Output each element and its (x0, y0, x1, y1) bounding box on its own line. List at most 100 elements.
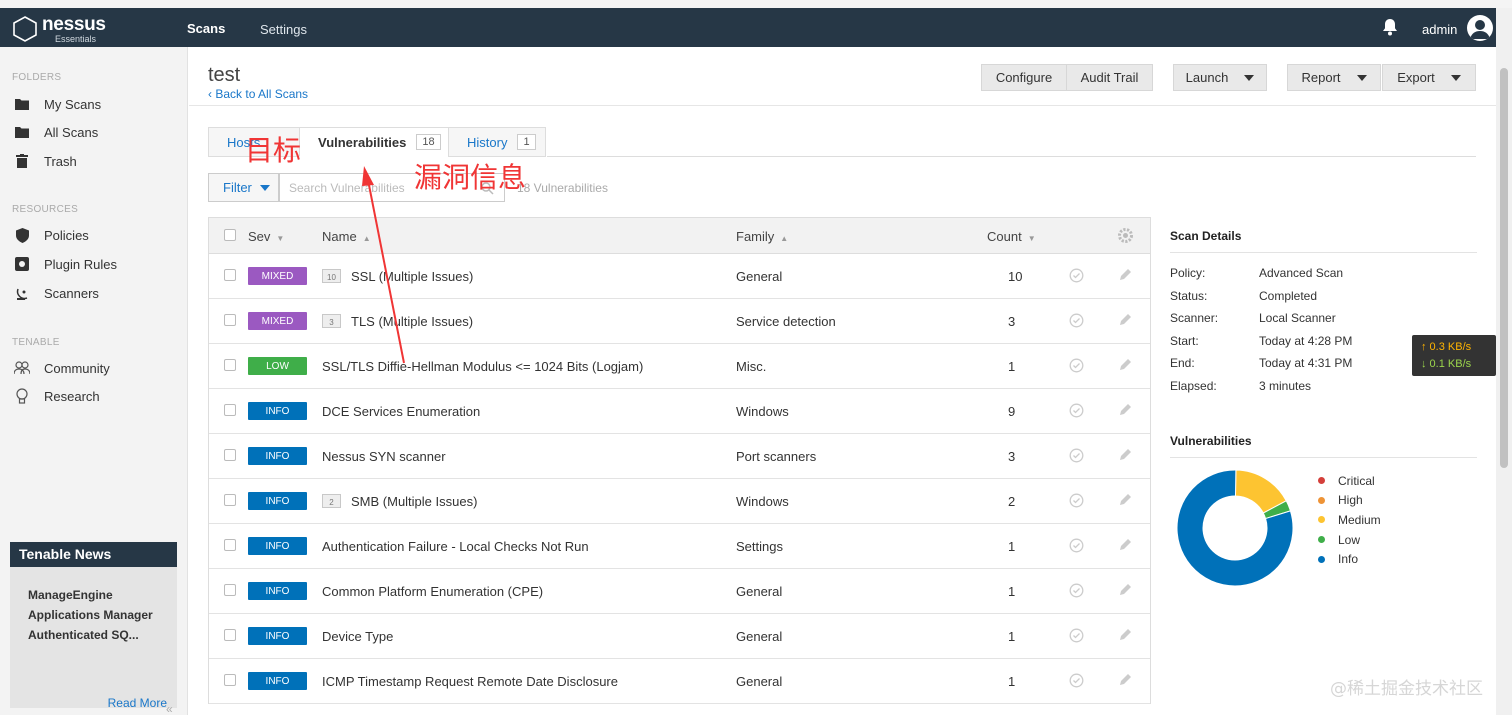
row-checkbox[interactable] (224, 674, 236, 686)
user-icon (1470, 20, 1490, 39)
tab-vulnerabilities[interactable]: Vulnerabilities 18 (299, 127, 449, 157)
pencil-icon[interactable] (1119, 358, 1132, 371)
nessus-logo[interactable]: nessus Essentials (12, 14, 112, 44)
sort-icon: ▼ (1027, 234, 1036, 243)
tab-history[interactable]: History 1 (448, 127, 546, 157)
pencil-icon[interactable] (1119, 403, 1132, 416)
check-circle-icon[interactable] (1069, 403, 1084, 418)
sidebar-item-research[interactable]: Research (14, 385, 100, 407)
check-circle-icon[interactable] (1069, 583, 1084, 598)
scrollbar[interactable] (1496, 8, 1512, 715)
configure-button[interactable]: Configure (981, 64, 1067, 91)
nav-scans[interactable]: Scans (187, 21, 225, 36)
pencil-icon[interactable] (1119, 583, 1132, 596)
check-circle-icon[interactable] (1069, 628, 1084, 643)
vuln-name[interactable]: DCE Services Enumeration (322, 404, 480, 419)
back-link[interactable]: ‹ Back to All Scans (208, 87, 308, 101)
tenable-label: TENABLE (12, 337, 60, 348)
col-count[interactable]: Count ▼ (987, 229, 1036, 244)
vuln-name[interactable]: Device Type (322, 629, 393, 644)
sidebar-item-plugin-rules[interactable]: Plugin Rules (14, 253, 117, 275)
scan-details-panel: Scan Details Policy: Advanced Scan Status:… (1170, 217, 1477, 587)
select-all-checkbox[interactable] (224, 229, 236, 241)
table-row[interactable]: MIXED 10 SSL (Multiple Issues) General 10 (209, 254, 1150, 299)
table-row[interactable]: LOW SSL/TLS Diffie-Hellman Modulus <= 102… (209, 344, 1150, 389)
col-name[interactable]: Name ▲ (322, 229, 371, 244)
vuln-name[interactable]: TLS (Multiple Issues) (351, 314, 473, 329)
nav-settings[interactable]: Settings (260, 22, 307, 37)
pencil-icon[interactable] (1119, 493, 1132, 506)
news-text[interactable]: ManageEngine Applications Manager Authen… (28, 585, 168, 645)
table-row[interactable]: INFO ICMP Timestamp Request Remote Date D… (209, 659, 1150, 704)
table-row[interactable]: INFO 2 SMB (Multiple Issues) Windows 2 (209, 479, 1150, 524)
report-button[interactable]: Report (1287, 64, 1381, 91)
table-row[interactable]: INFO Common Platform Enumeration (CPE) Gen… (209, 569, 1150, 614)
avatar[interactable] (1467, 15, 1493, 41)
table-row[interactable]: INFO DCE Services Enumeration Windows 9 (209, 389, 1150, 434)
chevron-down-icon (1244, 74, 1255, 81)
check-circle-icon[interactable] (1069, 358, 1084, 373)
vuln-name[interactable]: Authentication Failure - Local Checks No… (322, 539, 589, 554)
scrollbar-thumb[interactable] (1500, 68, 1508, 468)
vuln-name[interactable]: SMB (Multiple Issues) (351, 494, 477, 509)
sidebar-item-policies[interactable]: Policies (14, 224, 89, 246)
vuln-name[interactable]: SSL/TLS Diffie-Hellman Modulus <= 1024 B… (322, 359, 643, 374)
check-circle-icon[interactable] (1069, 673, 1084, 688)
col-sev[interactable]: Sev ▼ (248, 229, 284, 244)
check-circle-icon[interactable] (1069, 313, 1084, 328)
launch-button[interactable]: Launch (1173, 64, 1267, 91)
collapse-sidebar-icon[interactable]: « (166, 702, 173, 716)
header-divider (189, 105, 1496, 106)
check-circle-icon[interactable] (1069, 448, 1084, 463)
row-checkbox[interactable] (224, 404, 236, 416)
check-circle-icon[interactable] (1069, 268, 1084, 283)
col-family[interactable]: Family ▲ (736, 229, 788, 244)
check-circle-icon[interactable] (1069, 493, 1084, 508)
row-checkbox[interactable] (224, 494, 236, 506)
pencil-icon[interactable] (1119, 673, 1132, 686)
vuln-count: 2 (1008, 494, 1016, 509)
filter-button[interactable]: Filter (208, 173, 279, 202)
tab-count-badge: 1 (517, 134, 536, 150)
table-row[interactable]: MIXED 3 TLS (Multiple Issues) Service detec… (209, 299, 1150, 344)
table-row[interactable]: INFO Authentication Failure - Local Check… (209, 524, 1150, 569)
table-row[interactable]: INFO Device Type General 1 (209, 614, 1150, 659)
user-name[interactable]: admin (1422, 22, 1457, 37)
browser-strip (0, 0, 1512, 8)
vuln-name[interactable]: Nessus SYN scanner (322, 449, 446, 464)
bell-icon[interactable] (1382, 18, 1398, 36)
row-checkbox[interactable] (224, 314, 236, 326)
export-button[interactable]: Export (1382, 64, 1476, 91)
sidebar-item-all-scans[interactable]: All Scans (14, 121, 98, 143)
audit-trail-button[interactable]: Audit Trail (1066, 64, 1153, 91)
shield-icon (14, 227, 30, 243)
row-checkbox[interactable] (224, 629, 236, 641)
vuln-name[interactable]: ICMP Timestamp Request Remote Date Discl… (322, 674, 618, 689)
pencil-icon[interactable] (1119, 628, 1132, 641)
row-checkbox[interactable] (224, 584, 236, 596)
sidebar-item-my-scans[interactable]: My Scans (14, 93, 101, 115)
row-checkbox[interactable] (224, 449, 236, 461)
row-checkbox[interactable] (224, 269, 236, 281)
vulnerability-donut-chart (1176, 469, 1294, 587)
pencil-icon[interactable] (1119, 538, 1132, 551)
pencil-icon[interactable] (1119, 313, 1132, 326)
sidebar-item-community[interactable]: Community (14, 357, 110, 379)
read-more-link[interactable]: Read More (108, 696, 167, 710)
folder-icon (14, 124, 30, 140)
vuln-name[interactable]: Common Platform Enumeration (CPE) (322, 584, 543, 599)
sidebar-item-trash[interactable]: Trash (14, 150, 77, 172)
pencil-icon[interactable] (1119, 448, 1132, 461)
vuln-count: 1 (1008, 674, 1016, 689)
tab-vulnerabilities-label: Vulnerabilities (318, 134, 407, 150)
row-checkbox[interactable] (224, 359, 236, 371)
table-row[interactable]: INFO Nessus SYN scanner Port scanners 3 (209, 434, 1150, 479)
tab-count-badge: 18 (416, 134, 441, 150)
row-checkbox[interactable] (224, 539, 236, 551)
pencil-icon[interactable] (1119, 268, 1132, 281)
vuln-family: General (736, 269, 783, 284)
sidebar-item-scanners[interactable]: Scanners (14, 282, 99, 304)
check-circle-icon[interactable] (1069, 538, 1084, 553)
vuln-name[interactable]: SSL (Multiple Issues) (351, 269, 473, 284)
gear-icon[interactable] (1117, 227, 1134, 244)
